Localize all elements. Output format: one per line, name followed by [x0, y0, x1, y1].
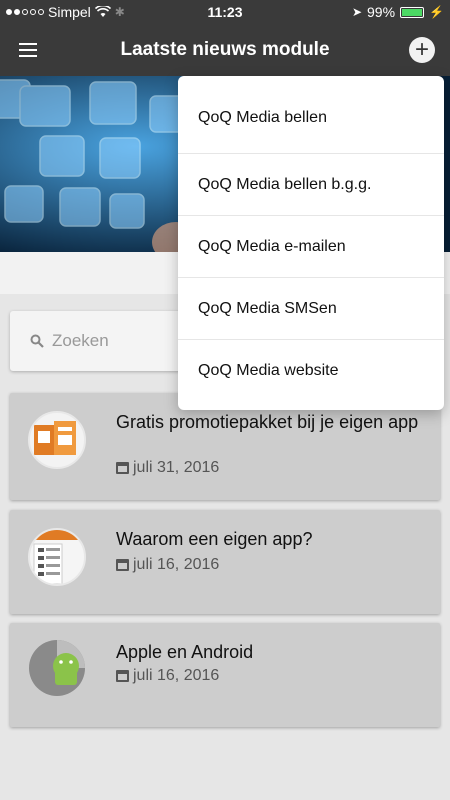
- page-title: Laatste nieuws module: [120, 39, 330, 60]
- news-item[interactable]: Apple en Android juli 16, 2016: [10, 623, 440, 727]
- menu-item-emailen[interactable]: QoQ Media e-mailen: [178, 216, 444, 278]
- menu-item-bellen[interactable]: QoQ Media bellen: [178, 76, 444, 154]
- location-arrow-icon: ➤: [351, 5, 363, 19]
- app-header: Laatste nieuws module +: [0, 24, 450, 76]
- menu-item-bellen-bgg[interactable]: QoQ Media bellen b.g.g.: [178, 154, 444, 216]
- wifi-icon: [94, 6, 111, 17]
- signal-strength-icon: [6, 9, 44, 15]
- menu-item-website[interactable]: QoQ Media website: [178, 340, 444, 402]
- battery-icon: [400, 6, 425, 18]
- news-title: Apple en Android: [116, 642, 254, 662]
- search-icon: [30, 334, 44, 348]
- calendar-icon: [116, 462, 129, 474]
- promo-package-thumbnail: [28, 411, 86, 469]
- news-date-row: juli 31, 2016: [116, 459, 219, 477]
- contact-dropdown-menu: QoQ Media bellen QoQ Media bellen b.g.g.…: [178, 76, 444, 410]
- news-date: juli 16, 2016: [133, 556, 220, 573]
- calendar-icon: [116, 559, 129, 571]
- charging-icon: ⚡: [429, 5, 444, 19]
- menu-item-smsen[interactable]: QoQ Media SMSen: [178, 278, 444, 340]
- news-date: juli 16, 2016: [133, 667, 220, 684]
- add-button[interactable]: +: [394, 24, 450, 76]
- status-time: 11:23: [207, 4, 243, 20]
- plus-icon: +: [409, 37, 435, 63]
- hamburger-menu-icon[interactable]: [0, 24, 56, 76]
- news-title: Gratis promotiepakket bij je eigen app: [116, 412, 419, 432]
- status-bar: Simpel ✱ 11:23 ➤ 99% ⚡: [0, 0, 450, 24]
- calendar-icon: [116, 670, 129, 682]
- bluetooth-dim-icon: ✱: [114, 5, 125, 19]
- news-date-row: juli 16, 2016: [116, 556, 219, 574]
- news-date: juli 31, 2016: [133, 459, 220, 476]
- battery-percent: 99%: [367, 4, 396, 20]
- android-logo-thumbnail: [28, 639, 86, 697]
- news-item[interactable]: Waarom een eigen app? juli 16, 2016: [10, 510, 440, 614]
- news-title: Waarom een eigen app?: [116, 529, 313, 549]
- app-screenshot-thumbnail: [28, 528, 86, 586]
- news-date-row: juli 16, 2016: [116, 667, 219, 685]
- carrier-name: Simpel: [48, 4, 91, 20]
